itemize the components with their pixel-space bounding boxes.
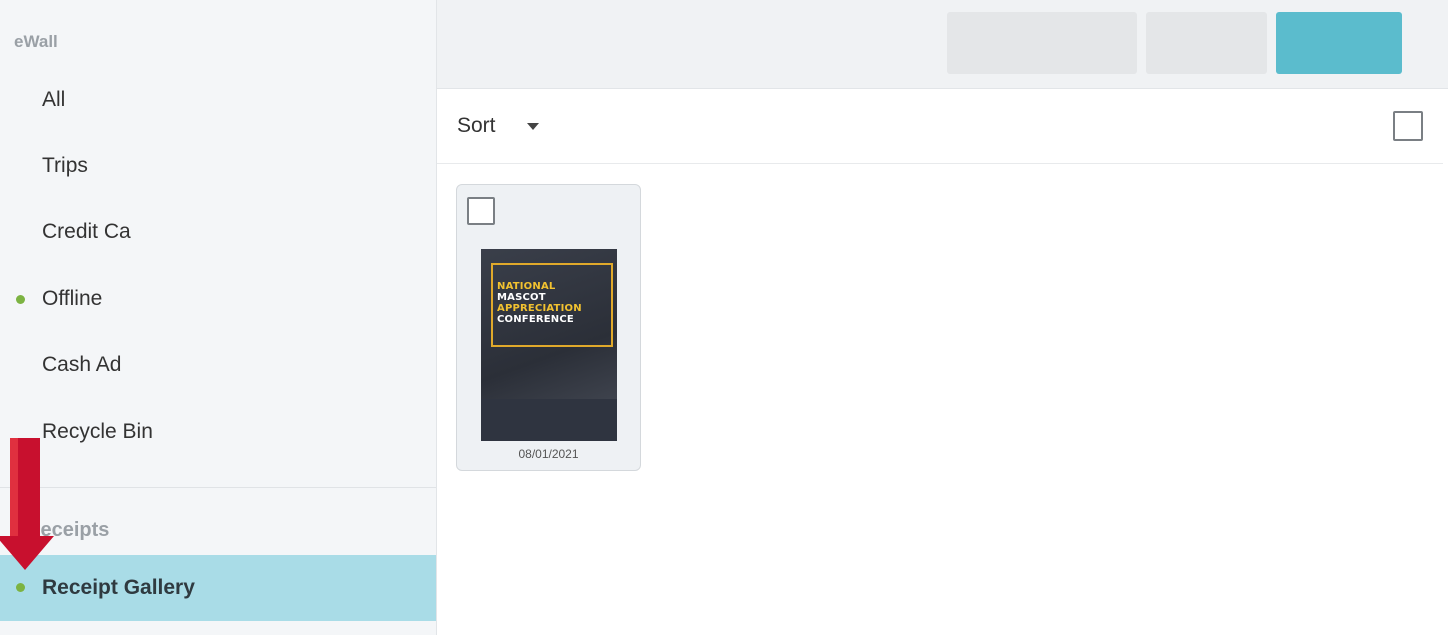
receipt-date: 08/01/2021 <box>518 447 579 461</box>
sidebar-heading: eWall <box>14 32 58 51</box>
sidebar-item-label: Receipt Gallery <box>42 576 195 599</box>
sidebar-item-label: Trips <box>42 154 88 177</box>
chevron-down-icon[interactable] <box>527 123 539 130</box>
sidebar: eWall All Trips Credit Ca Offline Cash A… <box>0 0 437 635</box>
sidebar-item-receipt-gallery[interactable]: Receipt Gallery <box>0 555 436 621</box>
sidebar-item-recycle-bin[interactable]: Recycle Bin <box>0 410 436 454</box>
thumbnail-line: MASCOT <box>497 292 546 303</box>
sidebar-item-label: Recycle Bin <box>42 420 153 443</box>
thumbnail-line: CONFERENCE <box>497 314 574 325</box>
select-all-checkbox[interactable] <box>1393 111 1423 141</box>
toolbar-button-2[interactable] <box>1146 12 1267 74</box>
status-dot-icon <box>16 583 25 592</box>
sort-bar: Sort <box>437 89 1443 164</box>
receipt-card[interactable]: NATIONAL MASCOT APPRECIATION CONFERENCE … <box>456 184 641 471</box>
arrow-down-icon <box>0 438 54 570</box>
sidebar-item-label: Cash Ad <box>42 353 122 376</box>
top-toolbar <box>437 0 1448 89</box>
sort-dropdown[interactable]: Sort <box>457 114 496 138</box>
sidebar-item-trips[interactable]: Trips <box>0 144 436 188</box>
sidebar-item-credit-cards[interactable]: Credit Ca <box>0 210 436 254</box>
sidebar-divider <box>0 487 436 488</box>
sidebar-item-label: Credit Ca <box>42 220 131 243</box>
sidebar-item-label: Offline <box>42 287 103 310</box>
thumbnail-band <box>481 399 617 441</box>
sidebar-item-all[interactable]: All <box>0 78 436 122</box>
toolbar-button-1[interactable] <box>947 12 1137 74</box>
sidebar-item-offline[interactable]: Offline <box>0 277 436 321</box>
status-dot-icon <box>16 295 25 304</box>
thumbnail-line: APPRECIATION <box>497 303 582 314</box>
thumbnail-line: NATIONAL <box>497 281 556 292</box>
sidebar-item-label: All <box>42 88 66 111</box>
sidebar-item-cash-advances[interactable]: Cash Ad <box>0 343 436 387</box>
thumbnail-text: NATIONAL MASCOT APPRECIATION CONFERENCE <box>497 281 607 325</box>
receipt-checkbox[interactable] <box>467 197 495 225</box>
receipt-thumbnail[interactable]: NATIONAL MASCOT APPRECIATION CONFERENCE <box>481 249 617 441</box>
upload-button[interactable] <box>1276 12 1402 74</box>
